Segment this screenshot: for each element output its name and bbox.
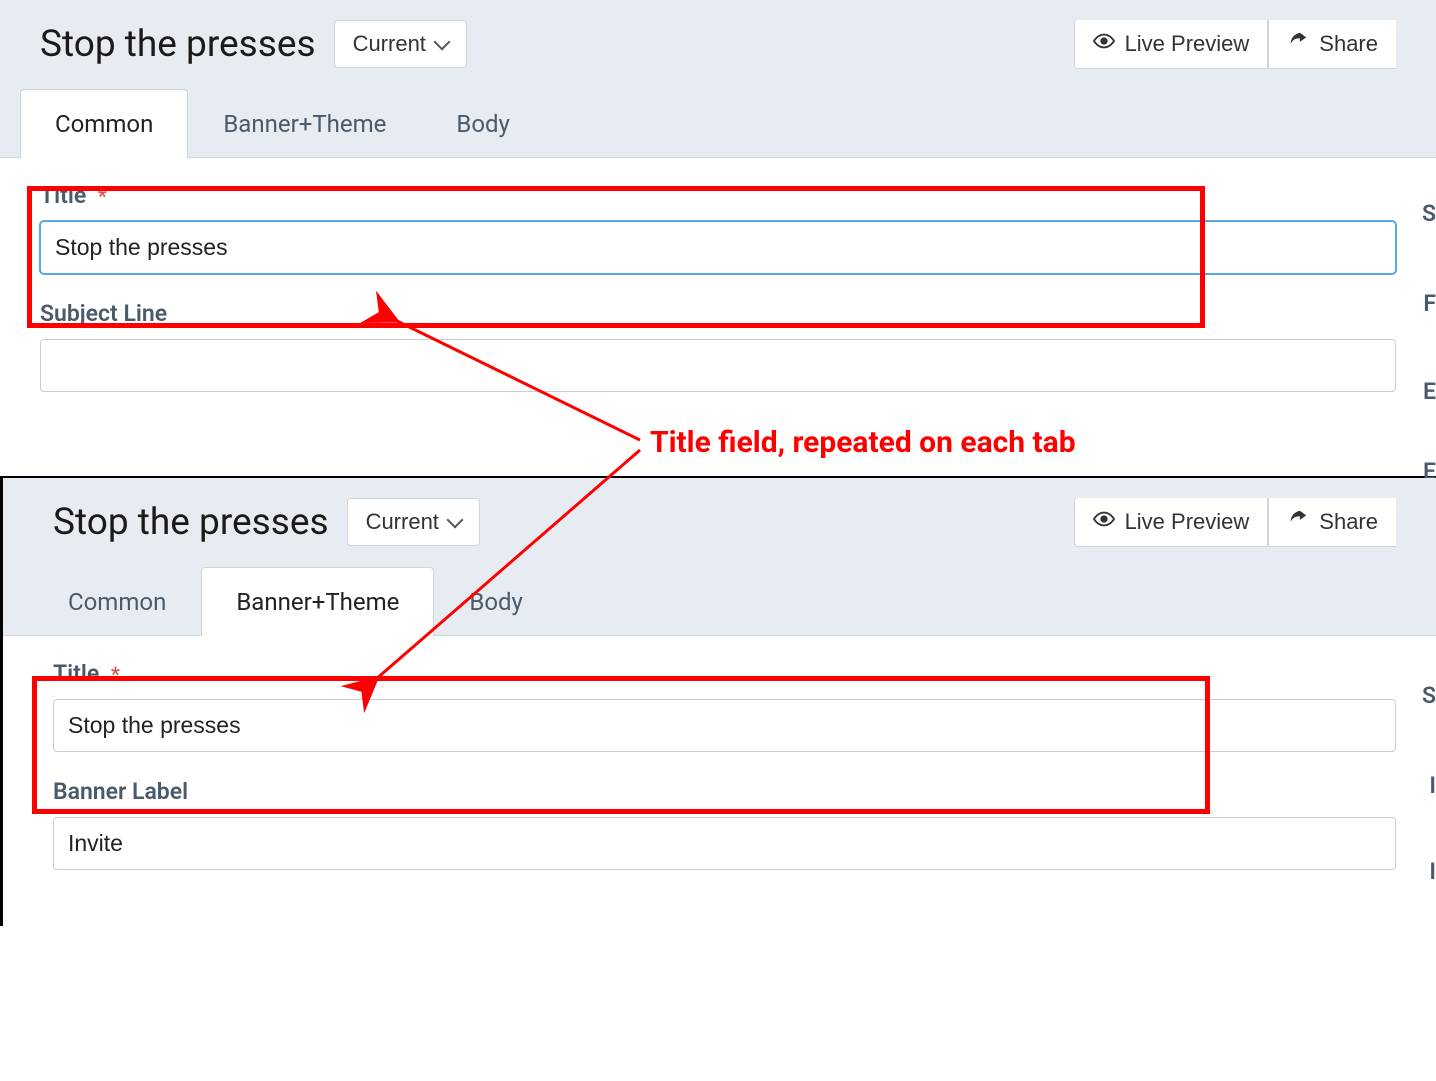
subject-input[interactable] [40,339,1396,392]
tab-common[interactable]: Common [20,89,188,158]
live-preview-button[interactable]: Live Preview [1074,498,1269,547]
banner-label-field-group: Banner Label [53,778,1396,870]
share-button[interactable]: Share [1268,498,1396,547]
tab-common[interactable]: Common [33,567,201,636]
panel-common: Stop the presses Current Live Preview Sh… [0,0,1436,478]
tabs-top: Common Banner+Theme Body [0,78,1436,158]
panel-banner-theme: Stop the presses Current Live Preview Sh… [0,478,1436,926]
page-title: Stop the presses [40,23,316,66]
page-title: Stop the presses [53,501,329,544]
chevron-down-icon [433,34,450,51]
share-icon [1287,508,1309,536]
live-preview-label: Live Preview [1125,509,1250,535]
title-label: Title * [40,182,1396,209]
annotation-text: Title field, repeated on each tab [650,425,1076,460]
share-button[interactable]: Share [1268,20,1396,69]
live-preview-label: Live Preview [1125,31,1250,57]
subject-field-group: Subject Line [40,300,1396,392]
side-crop-text: F [1423,290,1436,317]
title-field-group: Title * [53,660,1396,752]
side-crop-text: S [1422,200,1436,227]
form-banner-theme: Title * Banner Label [3,636,1436,926]
header-actions: Live Preview Share [1074,20,1396,69]
banner-label-label: Banner Label [53,778,1396,805]
header-actions: Live Preview Share [1074,498,1396,547]
tab-body[interactable]: Body [421,89,545,158]
share-label: Share [1319,509,1378,535]
tab-banner-theme[interactable]: Banner+Theme [201,567,434,636]
share-icon [1287,30,1309,58]
title-label: Title * [53,660,1396,687]
tabs-bottom: Common Banner+Theme Body [3,556,1436,636]
share-label: Share [1319,31,1378,57]
title-field-group: Title * [40,182,1396,274]
required-mark: * [111,662,120,686]
tab-body[interactable]: Body [434,567,558,636]
side-crop-text: S [1422,682,1436,709]
required-mark: * [98,184,107,208]
side-crop-text: E [1423,378,1436,405]
title-input[interactable] [53,699,1396,752]
tab-banner-theme[interactable]: Banner+Theme [188,89,421,158]
chevron-down-icon [446,512,463,529]
version-dropdown-label: Current [353,31,426,57]
version-dropdown[interactable]: Current [347,498,480,546]
banner-label-input[interactable] [53,817,1396,870]
header-top: Stop the presses Current Live Preview Sh… [0,0,1436,78]
version-dropdown-label: Current [366,509,439,535]
form-common: Title * Subject Line [0,158,1436,448]
header-bottom: Stop the presses Current Live Preview Sh… [3,478,1436,556]
subject-label: Subject Line [40,300,1396,327]
eye-icon [1093,508,1115,536]
title-label-text: Title [40,182,86,209]
version-dropdown[interactable]: Current [334,20,467,68]
eye-icon [1093,30,1115,58]
side-crop-text: I [1429,858,1436,885]
live-preview-button[interactable]: Live Preview [1074,20,1269,69]
title-input[interactable] [40,221,1396,274]
title-label-text: Title [53,660,99,687]
side-crop-text: I [1429,772,1436,799]
